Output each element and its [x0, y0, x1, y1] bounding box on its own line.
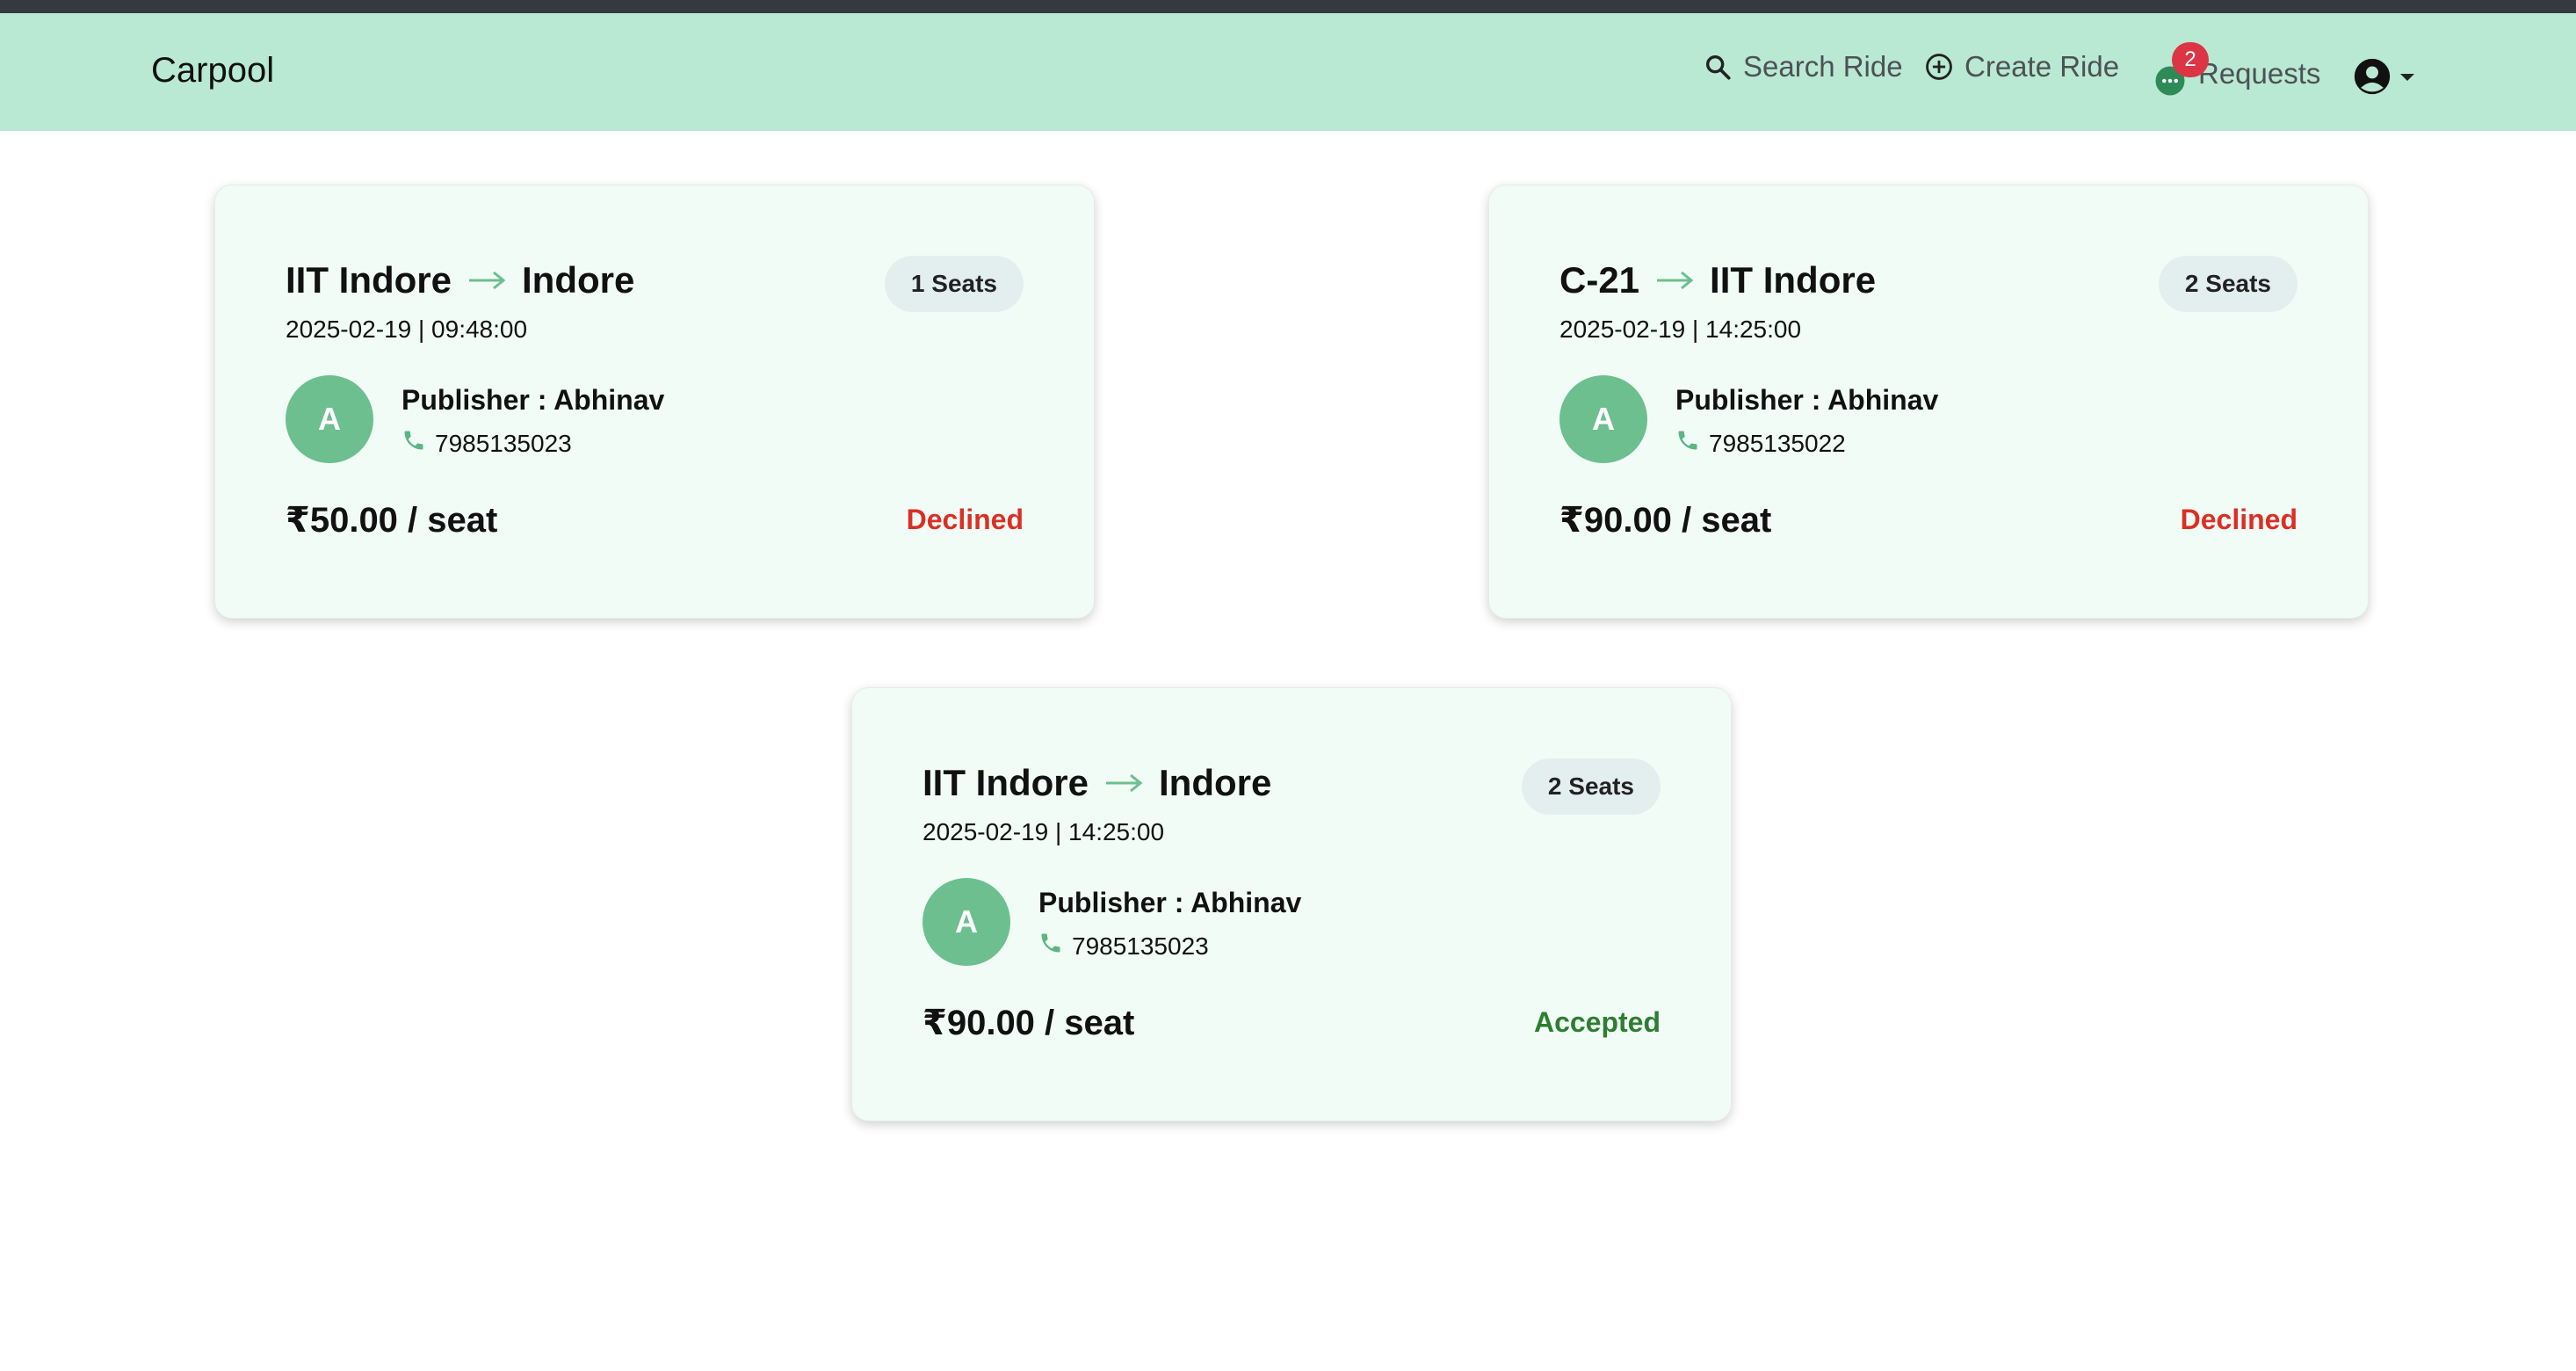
request-status: Accepted — [1533, 1006, 1661, 1038]
requests-link[interactable]: 2 Requests — [2154, 42, 2321, 96]
publisher-name: Publisher : Abhinav — [402, 384, 665, 416]
avatar: A — [1559, 375, 1647, 463]
top-strip — [0, 0, 2576, 13]
ride-datetime: 2025-02-19 | 14:25:00 — [1559, 316, 1802, 343]
requests-label: Requests — [2198, 57, 2321, 90]
ride-card[interactable]: C-21 IIT Indore 2025-02-19 | 14:25:00 2 … — [1488, 185, 2369, 619]
route-from: C-21 — [1559, 259, 1640, 301]
arrow-right-icon — [467, 270, 506, 291]
avatar: A — [923, 878, 1010, 966]
search-icon — [1703, 52, 1733, 82]
publisher-name: Publisher : Abhinav — [1038, 887, 1302, 918]
ride-datetime: 2025-02-19 | 14:25:00 — [923, 818, 1165, 845]
seats-badge: 1 Seats — [884, 256, 1024, 312]
ride-datetime: 2025-02-19 | 09:48:00 — [286, 316, 528, 343]
create-ride-link[interactable]: Create Ride — [1924, 45, 2119, 89]
seats-badge: 2 Seats — [2158, 256, 2297, 312]
chevron-down-icon — [2399, 71, 2416, 87]
ride-price: ₹90.00 / seat — [1559, 501, 1772, 540]
route: C-21 IIT Indore — [1559, 259, 1876, 301]
phone-number: 7985135022 — [1709, 429, 1846, 457]
brand-logo[interactable]: Carpool — [151, 51, 274, 91]
user-circle-icon — [2353, 57, 2391, 100]
create-ride-label: Create Ride — [1965, 50, 2120, 83]
avatar: A — [286, 375, 373, 463]
route-to: Indore — [522, 259, 635, 301]
request-status: Declined — [2180, 504, 2297, 535]
ride-card[interactable]: IIT Indore Indore 2025-02-19 | 14:25:00 … — [851, 687, 1732, 1121]
search-ride-label: Search Ride — [1743, 50, 1903, 83]
plus-circle-icon — [1924, 52, 1954, 82]
profile-dropdown[interactable] — [2353, 57, 2416, 100]
requests-count-badge: 2 — [2172, 42, 2209, 77]
publisher-name: Publisher : Abhinav — [1675, 384, 1939, 416]
route-from: IIT Indore — [923, 762, 1089, 803]
ride-price: ₹50.00 / seat — [286, 501, 498, 540]
arrow-right-icon — [1655, 270, 1694, 291]
publisher-phone: 7985135023 — [1038, 931, 1209, 961]
route-to: Indore — [1159, 762, 1272, 803]
phone-icon — [1675, 428, 1700, 459]
seats-badge: 2 Seats — [1521, 758, 1661, 815]
ride-card[interactable]: IIT Indore Indore 2025-02-19 | 09:48:00 … — [214, 185, 1095, 619]
route: IIT Indore Indore — [923, 762, 1271, 804]
publisher-phone: 7985135023 — [402, 428, 572, 459]
navbar: Carpool Search Ride Create Ride 2 Reques… — [0, 13, 2576, 131]
route: IIT Indore Indore — [286, 259, 634, 301]
phone-icon — [1038, 931, 1063, 961]
arrow-right-icon — [1104, 773, 1143, 794]
phone-icon — [402, 428, 426, 459]
phone-number: 7985135023 — [435, 429, 572, 457]
route-from: IIT Indore — [286, 259, 452, 301]
request-status: Declined — [906, 504, 1024, 535]
ride-price: ₹90.00 / seat — [923, 1004, 1135, 1042]
route-to: IIT Indore — [1710, 259, 1877, 301]
search-ride-link[interactable]: Search Ride — [1703, 45, 1903, 89]
phone-number: 7985135023 — [1072, 932, 1209, 960]
publisher-phone: 7985135022 — [1675, 428, 1846, 459]
